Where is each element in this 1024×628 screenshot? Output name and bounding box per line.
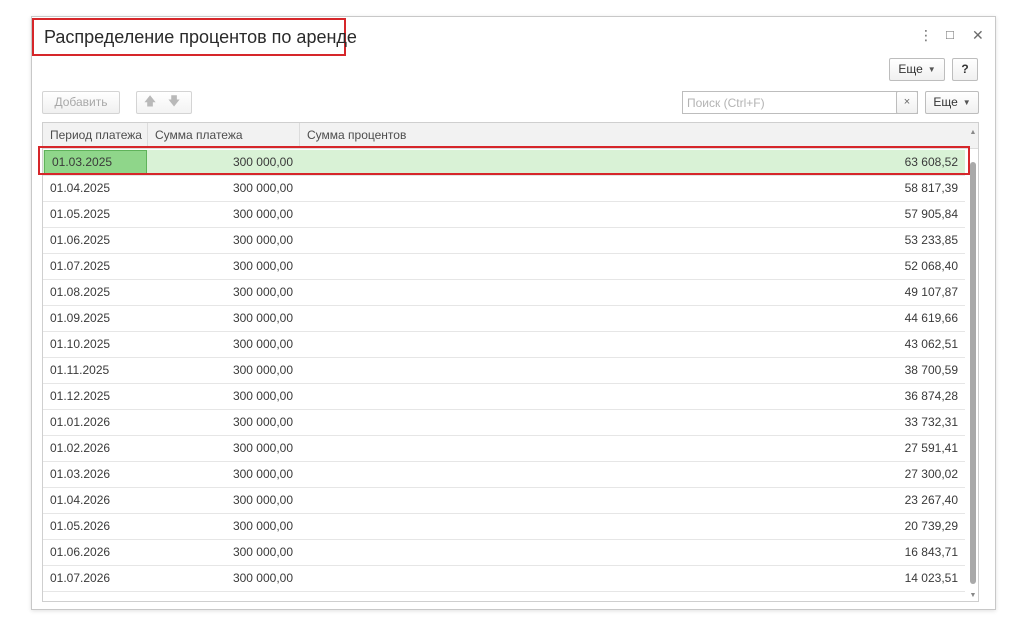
table-row[interactable]: 01.02.2026 300 000,00 27 591,41 <box>43 436 965 462</box>
cell-period[interactable]: 01.09.2025 <box>43 306 148 331</box>
table-row[interactable]: 01.08.2025 300 000,00 49 107,87 <box>43 280 965 306</box>
more-button-label: Еще <box>933 95 958 109</box>
cell-payment[interactable]: 300 000,00 <box>148 410 300 435</box>
cell-period[interactable]: 01.06.2025 <box>43 228 148 253</box>
cell-period[interactable]: 01.05.2026 <box>43 514 148 539</box>
column-header-interest[interactable]: Сумма процентов <box>300 123 965 148</box>
cell-interest[interactable]: 16 843,71 <box>300 540 965 565</box>
column-header-payment[interactable]: Сумма платежа <box>148 123 300 148</box>
cell-payment[interactable]: 300 000,00 <box>148 462 300 487</box>
add-button[interactable]: Добавить <box>42 91 120 114</box>
cell-payment[interactable]: 300 000,00 <box>148 254 300 279</box>
table-row[interactable]: 01.12.2025 300 000,00 36 874,28 <box>43 384 965 410</box>
cell-period[interactable]: 01.04.2025 <box>43 176 148 201</box>
cell-payment[interactable]: 300 000,00 <box>148 202 300 227</box>
window-menu-icon[interactable]: ⋮ <box>919 27 933 43</box>
cell-period[interactable]: 01.06.2026 <box>43 540 148 565</box>
cell-interest[interactable]: 14 023,51 <box>300 566 965 591</box>
cell-payment[interactable]: 300 000,00 <box>148 280 300 305</box>
table-row[interactable]: 01.07.2026 300 000,00 14 023,51 <box>43 566 965 592</box>
cell-interest[interactable]: 27 300,02 <box>300 462 965 487</box>
cell-payment[interactable]: 300 000,00 <box>148 358 300 383</box>
more-button[interactable]: Еще ▼ <box>925 91 979 114</box>
cell-period[interactable]: 01.04.2026 <box>43 488 148 513</box>
chevron-down-icon: ▼ <box>927 65 936 74</box>
lease-interest-window: Распределение процентов по аренде ⋮ □ ✕ … <box>31 16 996 610</box>
cell-interest[interactable]: 53 233,85 <box>300 228 965 253</box>
cell-period[interactable]: 01.02.2026 <box>43 436 148 461</box>
scroll-thumb[interactable] <box>970 162 976 584</box>
cell-interest[interactable]: 57 905,84 <box>300 202 965 227</box>
search-input[interactable] <box>682 91 918 114</box>
cell-interest[interactable]: 23 267,40 <box>300 488 965 513</box>
table-row[interactable]: 01.03.2025 300 000,00 63 608,52 <box>43 150 965 176</box>
payments-table: Период платежа Сумма платежа Сумма проце… <box>42 122 979 602</box>
cell-interest[interactable]: 44 619,66 <box>300 306 965 331</box>
maximize-icon[interactable]: □ <box>946 27 954 43</box>
cell-interest[interactable]: 27 591,41 <box>300 436 965 461</box>
cell-payment[interactable]: 300 000,00 <box>148 566 300 591</box>
cell-interest[interactable]: 43 062,51 <box>300 332 965 357</box>
scroll-up-icon[interactable]: ▲ <box>967 128 978 138</box>
table-row[interactable]: 01.05.2026 300 000,00 20 739,29 <box>43 514 965 540</box>
cell-period[interactable]: 01.11.2025 <box>43 358 148 383</box>
cell-payment[interactable]: 300 000,00 <box>148 488 300 513</box>
table-row[interactable]: 01.04.2026 300 000,00 23 267,40 <box>43 488 965 514</box>
cell-interest[interactable]: 52 068,40 <box>300 254 965 279</box>
table-row[interactable]: 01.10.2025 300 000,00 43 062,51 <box>43 332 965 358</box>
cell-period[interactable]: 01.08.2025 <box>43 280 148 305</box>
table-row[interactable]: 01.06.2026 300 000,00 16 843,71 <box>43 540 965 566</box>
table-row[interactable]: 01.03.2026 300 000,00 27 300,02 <box>43 462 965 488</box>
more-button-top[interactable]: Еще ▼ <box>889 58 945 81</box>
help-button[interactable]: ? <box>952 58 978 81</box>
table-row[interactable]: 01.01.2026 300 000,00 33 732,31 <box>43 410 965 436</box>
cell-period[interactable]: 01.05.2025 <box>43 202 148 227</box>
table-row[interactable]: 01.11.2025 300 000,00 38 700,59 <box>43 358 965 384</box>
table-row[interactable]: 01.09.2025 300 000,00 44 619,66 <box>43 306 965 332</box>
scroll-down-icon[interactable]: ▼ <box>967 591 978 601</box>
close-icon[interactable]: ✕ <box>972 27 984 43</box>
cell-interest[interactable]: 33 732,31 <box>300 410 965 435</box>
cell-period[interactable]: 01.10.2025 <box>43 332 148 357</box>
cell-interest[interactable]: 58 817,39 <box>300 176 965 201</box>
cell-interest[interactable]: 63 608,52 <box>300 150 965 175</box>
window-title: Распределение процентов по аренде <box>44 27 357 47</box>
cell-period[interactable]: 01.03.2026 <box>43 462 148 487</box>
table-row[interactable]: 01.06.2025 300 000,00 53 233,85 <box>43 228 965 254</box>
cell-payment[interactable]: 300 000,00 <box>148 228 300 253</box>
move-up-icon[interactable]: 🡅 <box>139 91 161 112</box>
cell-interest[interactable]: 36 874,28 <box>300 384 965 409</box>
cell-payment[interactable]: 300 000,00 <box>148 332 300 357</box>
table-row[interactable]: 01.05.2025 300 000,00 57 905,84 <box>43 202 965 228</box>
search-clear-button[interactable]: × <box>896 91 918 114</box>
cell-payment[interactable]: 300 000,00 <box>148 436 300 461</box>
cell-payment[interactable]: 300 000,00 <box>148 540 300 565</box>
table-row[interactable]: 01.07.2025 300 000,00 52 068,40 <box>43 254 965 280</box>
title-highlight-frame: Распределение процентов по аренде <box>32 18 357 56</box>
cell-period[interactable]: 01.03.2025 <box>44 150 147 175</box>
cell-payment[interactable]: 300 000,00 <box>148 514 300 539</box>
cell-period[interactable]: 01.07.2025 <box>43 254 148 279</box>
table-row[interactable]: 01.04.2025 300 000,00 58 817,39 <box>43 176 965 202</box>
cell-interest[interactable]: 38 700,59 <box>300 358 965 383</box>
more-button-top-label: Еще <box>898 62 923 76</box>
cell-interest[interactable]: 20 739,29 <box>300 514 965 539</box>
vertical-scrollbar[interactable]: ▲ ▼ <box>967 129 978 601</box>
cell-payment[interactable]: 300 000,00 <box>148 306 300 331</box>
cell-payment[interactable]: 300 000,00 <box>148 384 300 409</box>
cell-period[interactable]: 01.07.2026 <box>43 566 148 591</box>
table-body: 01.03.2025 300 000,00 63 608,52 01.04.2025 3… <box>43 150 965 592</box>
cell-period[interactable]: 01.01.2026 <box>43 410 148 435</box>
cell-period[interactable]: 01.12.2025 <box>43 384 148 409</box>
table-header: Период платежа Сумма платежа Сумма проце… <box>43 123 978 149</box>
cell-interest[interactable]: 49 107,87 <box>300 280 965 305</box>
cell-payment[interactable]: 300 000,00 <box>148 150 300 175</box>
chevron-down-icon: ▼ <box>962 98 971 107</box>
cell-payment[interactable]: 300 000,00 <box>148 176 300 201</box>
move-down-icon[interactable]: 🡇 <box>163 91 185 112</box>
column-header-period[interactable]: Период платежа <box>43 123 148 148</box>
